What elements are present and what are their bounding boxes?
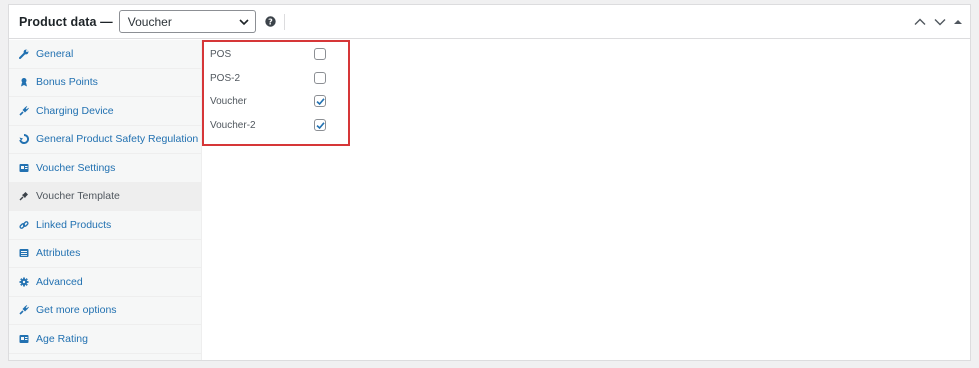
chevron-up-icon[interactable] <box>914 18 926 26</box>
gear-icon <box>18 276 30 288</box>
product-type-value: Voucher <box>127 14 172 29</box>
option-row-voucher-2: Voucher-2 <box>210 117 330 133</box>
product-data-tabs: General Bonus Points Charging Device Gen… <box>9 40 202 360</box>
list-icon <box>18 247 30 259</box>
tab-charging-device-label: Charging Device <box>36 104 114 117</box>
tab-voucher-template[interactable]: Voucher Template <box>9 182 201 211</box>
tab-attributes-label: Attributes <box>36 247 81 260</box>
tab-advanced[interactable]: Advanced <box>9 268 201 297</box>
plug-icon <box>18 304 30 316</box>
product-data-panel: Product data — Voucher ? General Bonus P… <box>8 4 971 361</box>
link-icon <box>18 219 30 231</box>
option-row-pos: POS <box>210 46 330 62</box>
tab-bonus-points-label: Bonus Points <box>36 76 98 89</box>
chevron-down-icon[interactable] <box>934 18 946 26</box>
checkmark-icon <box>315 97 325 105</box>
tab-voucher-settings[interactable]: Voucher Settings <box>9 154 201 183</box>
option-label: Voucher <box>210 95 247 107</box>
panel-title: Product data — <box>19 14 113 29</box>
tab-advanced-label: Advanced <box>36 275 83 288</box>
option-row-voucher: Voucher <box>210 93 330 109</box>
wrench-icon <box>18 48 30 60</box>
question-circle-icon[interactable]: ? <box>265 16 276 27</box>
tab-voucher-settings-label: Voucher Settings <box>36 161 116 174</box>
tab-general-label: General <box>36 47 74 60</box>
tab-charging-device[interactable]: Charging Device <box>9 97 201 126</box>
tab-get-more-options-label: Get more options <box>36 304 117 317</box>
option-label: POS <box>210 48 232 60</box>
svg-text:?: ? <box>268 17 273 26</box>
tab-general[interactable]: General <box>9 40 201 69</box>
tab-voucher-template-label: Voucher Template <box>36 190 120 203</box>
panel-header: Product data — Voucher ? <box>9 5 970 39</box>
option-checkbox[interactable] <box>314 72 326 84</box>
tab-gpsr-label: General Product Safety Regulation <box>36 133 199 146</box>
option-row-pos-2: POS-2 <box>210 70 330 86</box>
tab-get-more-options[interactable]: Get more options <box>9 297 201 325</box>
option-checkbox[interactable] <box>314 48 326 60</box>
id-card-icon <box>18 162 30 174</box>
tab-linked-products[interactable]: Linked Products <box>9 211 201 240</box>
chevron-down-icon <box>239 18 249 25</box>
award-icon <box>18 76 30 88</box>
option-label: POS-2 <box>210 72 241 84</box>
caret-up-icon[interactable] <box>954 19 962 25</box>
option-checkbox[interactable] <box>314 95 326 107</box>
product-type-select[interactable]: Voucher <box>118 10 256 33</box>
option-checkbox[interactable] <box>314 119 326 131</box>
tab-bonus-points[interactable]: Bonus Points <box>9 69 201 97</box>
tab-linked-products-label: Linked Products <box>36 218 112 231</box>
tab-age-rating[interactable]: Age Rating <box>9 325 201 354</box>
shield-icon <box>18 133 30 145</box>
tab-attributes[interactable]: Attributes <box>9 240 201 268</box>
voucher-template-panel: POS POS-2 Voucher Voucher-2 <box>202 40 970 360</box>
tab-age-rating-label: Age Rating <box>36 332 88 345</box>
panel-controls <box>914 5 962 39</box>
tab-gpsr[interactable]: General Product Safety Regulation <box>9 126 201 154</box>
pin-icon <box>18 190 30 202</box>
checkmark-icon <box>315 121 325 129</box>
plug-icon <box>18 105 30 117</box>
header-divider <box>283 13 285 30</box>
option-label: Voucher-2 <box>210 119 256 131</box>
id-card-icon <box>18 333 30 345</box>
